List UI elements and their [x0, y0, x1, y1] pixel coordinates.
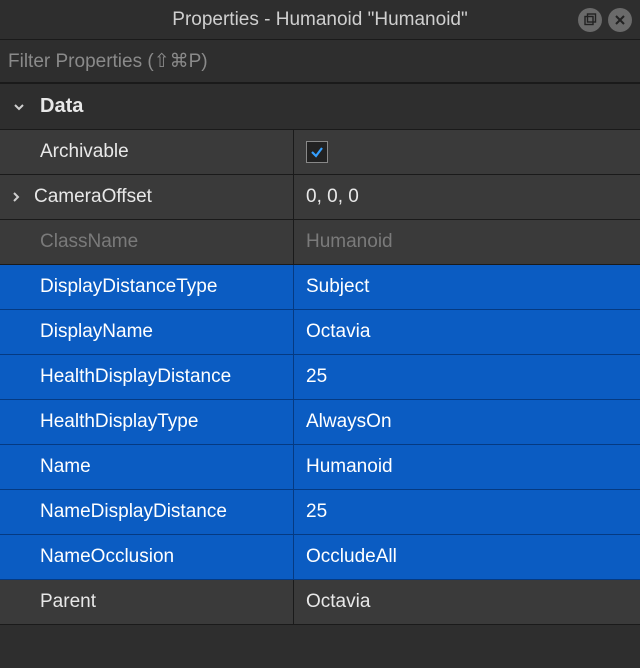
label-classname: ClassName [0, 220, 294, 264]
label-cameraoffset: CameraOffset [0, 175, 294, 219]
row-displayname[interactable]: DisplayName Octavia [0, 310, 640, 355]
row-parent[interactable]: Parent Octavia [0, 580, 640, 625]
value-cameraoffset[interactable]: 0, 0, 0 [294, 175, 640, 219]
property-grid: Archivable CameraOffset 0, 0, 0 [0, 130, 640, 625]
filter-placeholder: Filter Properties (⇧⌘P) [8, 50, 208, 73]
close-button[interactable] [608, 8, 632, 32]
chevron-down-icon [10, 98, 28, 116]
row-name[interactable]: Name Humanoid [0, 445, 640, 490]
value-classname: Humanoid [294, 220, 640, 264]
row-nameocclusion[interactable]: NameOcclusion OccludeAll [0, 535, 640, 580]
row-classname: ClassName Humanoid [0, 220, 640, 265]
popout-button[interactable] [578, 8, 602, 32]
row-healthdisplaytype[interactable]: HealthDisplayType AlwaysOn [0, 400, 640, 445]
label-namedisplaydistance: NameDisplayDistance [0, 490, 294, 534]
checkbox-archivable[interactable] [306, 141, 328, 163]
label-displaydistancetype: DisplayDistanceType [0, 265, 294, 309]
row-namedisplaydistance[interactable]: NameDisplayDistance 25 [0, 490, 640, 535]
value-nameocclusion[interactable]: OccludeAll [294, 535, 640, 579]
row-displaydistancetype[interactable]: DisplayDistanceType Subject [0, 265, 640, 310]
close-icon [614, 14, 626, 26]
value-name[interactable]: Humanoid [294, 445, 640, 489]
titlebar: Properties - Humanoid "Humanoid" [0, 0, 640, 40]
panel-title: Properties - Humanoid "Humanoid" [172, 9, 467, 31]
value-healthdisplaytype[interactable]: AlwaysOn [294, 400, 640, 444]
value-healthdisplaydistance[interactable]: 25 [294, 355, 640, 399]
label-cameraoffset-text: CameraOffset [34, 186, 152, 208]
filter-row[interactable]: Filter Properties (⇧⌘P) [0, 40, 640, 84]
check-icon [309, 144, 325, 160]
section-header-data[interactable]: Data [0, 84, 640, 130]
label-healthdisplaydistance: HealthDisplayDistance [0, 355, 294, 399]
value-namedisplaydistance[interactable]: 25 [294, 490, 640, 534]
row-archivable[interactable]: Archivable [0, 130, 640, 175]
chevron-right-icon[interactable] [10, 191, 34, 203]
titlebar-buttons [578, 8, 632, 32]
row-healthdisplaydistance[interactable]: HealthDisplayDistance 25 [0, 355, 640, 400]
value-displaydistancetype[interactable]: Subject [294, 265, 640, 309]
value-archivable[interactable] [294, 130, 640, 174]
value-displayname[interactable]: Octavia [294, 310, 640, 354]
popout-icon [584, 13, 597, 26]
label-parent: Parent [0, 580, 294, 624]
label-nameocclusion: NameOcclusion [0, 535, 294, 579]
value-parent[interactable]: Octavia [294, 580, 640, 624]
row-cameraoffset[interactable]: CameraOffset 0, 0, 0 [0, 175, 640, 220]
label-archivable: Archivable [0, 130, 294, 174]
label-healthdisplaytype: HealthDisplayType [0, 400, 294, 444]
properties-panel: Properties - Humanoid "Humanoid" Filter … [0, 0, 640, 668]
section-title: Data [40, 95, 83, 118]
label-name: Name [0, 445, 294, 489]
label-displayname: DisplayName [0, 310, 294, 354]
